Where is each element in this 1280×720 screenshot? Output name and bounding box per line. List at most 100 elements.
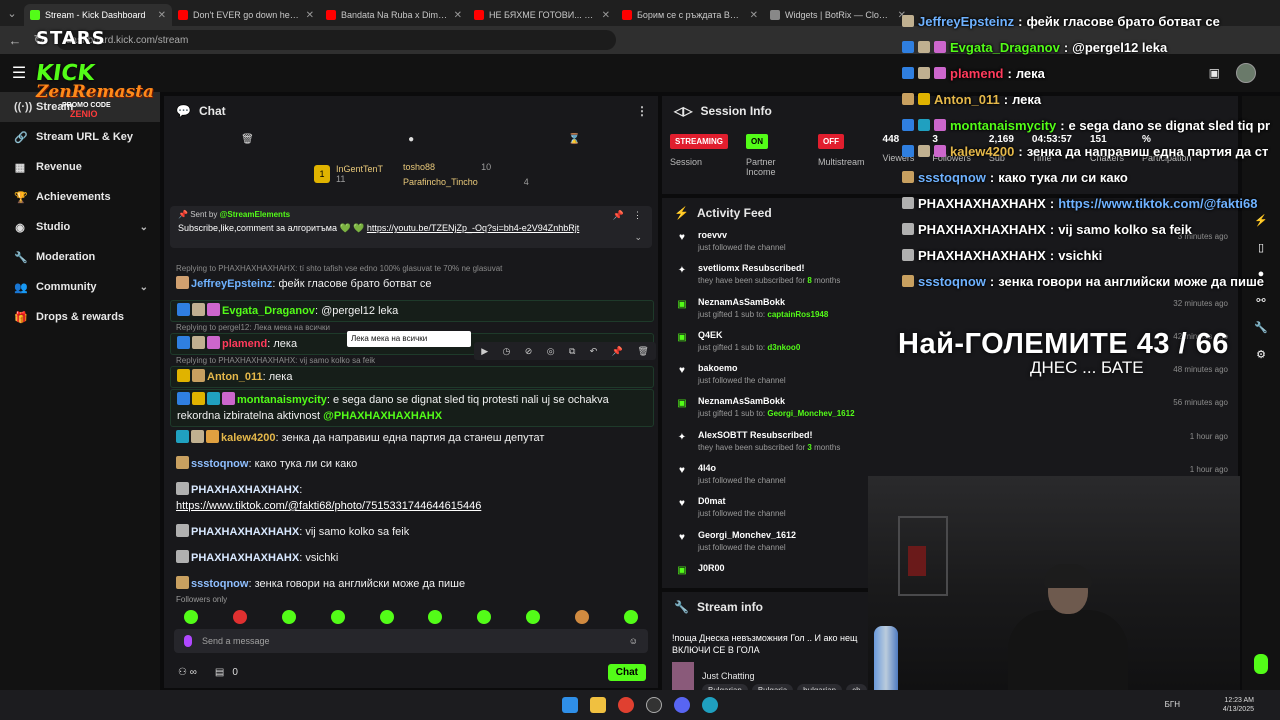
keyboard-language[interactable]: БГН bbox=[1165, 700, 1180, 709]
emote-icon[interactable] bbox=[281, 610, 296, 624]
chat-mention[interactable]: @PHAXHAXHAXHAHX bbox=[323, 410, 442, 422]
chat-message[interactable]: ssstoqnow: како тука ли си како bbox=[170, 454, 654, 474]
chat-message[interactable]: PHAXHAXHAXHAHX: https://www.tiktok.com/@… bbox=[170, 480, 654, 516]
back-icon[interactable]: ← bbox=[8, 33, 22, 48]
sidebar-item-revenue[interactable]: ▦ Revenue bbox=[0, 152, 160, 182]
chat-message[interactable]: ssstoqnow: зенка говори на английски мож… bbox=[170, 574, 654, 594]
chat-message[interactable]: kalew4200: зенка да направиш една партия… bbox=[170, 428, 654, 448]
obs-icon[interactable] bbox=[646, 697, 662, 713]
kick-floating-icon[interactable] bbox=[1254, 654, 1268, 674]
leader-name[interactable]: tosho88 bbox=[403, 162, 435, 172]
browser-icon[interactable] bbox=[702, 697, 718, 713]
mic-icon[interactable] bbox=[184, 635, 192, 647]
close-icon[interactable]: ✕ bbox=[158, 10, 166, 21]
message-input[interactable]: Send a message ☺ bbox=[174, 629, 648, 653]
mod-icon[interactable]: ◎ bbox=[547, 346, 555, 357]
chat-message[interactable]: PHAXHAXHAXHAHX: vij samo kolko sa feik bbox=[170, 522, 654, 542]
chat-username[interactable]: PHAXHAXHAXHAHX bbox=[191, 552, 299, 564]
clock-icon[interactable]: ◷ bbox=[503, 346, 511, 357]
chat-message[interactable]: PHAXHAXHAXHAHX: vsichki bbox=[170, 548, 654, 568]
chat-username[interactable]: ssstoqnow bbox=[191, 458, 248, 470]
chat-text: зенка да направиш една партия да станеш … bbox=[281, 432, 545, 444]
chevron-down-icon[interactable]: ⌄ bbox=[140, 282, 148, 293]
chat-username[interactable]: PHAXHAXHAXHAHX bbox=[191, 484, 299, 496]
chat-message[interactable]: Evgata_Draganov: @pergel12 leka bbox=[170, 300, 654, 322]
chat-username[interactable]: montanaismycity bbox=[237, 394, 327, 406]
chat-link[interactable]: https://www.tiktok.com/@fakti68/photo/75… bbox=[176, 500, 481, 512]
chat-bubble-icon[interactable]: ● bbox=[408, 134, 414, 145]
chat-message[interactable]: Anton_011: лека bbox=[170, 366, 654, 388]
delete-icon[interactable]: 🗑 bbox=[637, 346, 648, 357]
rail-wrench-icon[interactable]: 🔧 bbox=[1254, 321, 1268, 334]
browser-tab[interactable]: Widgets | BotRix — Cloud Strea✕ bbox=[764, 4, 912, 26]
sidebar-item-achievements[interactable]: 🏆 Achievements bbox=[0, 182, 160, 212]
emote-icon[interactable] bbox=[184, 610, 198, 624]
chat-menu-icon[interactable]: ⋮ bbox=[636, 104, 648, 118]
copy-icon[interactable]: ⧉ bbox=[569, 346, 575, 357]
chat-message[interactable]: montanaismycity: e sega dano se dignat s… bbox=[170, 389, 654, 427]
browser-tab[interactable]: Don't EVER go down here... (Pa ✕ bbox=[172, 4, 320, 26]
pinned-author[interactable]: @StreamElements bbox=[220, 210, 291, 219]
activity-item[interactable]: ♥ bakoemo just followed the channel 48 minu… bbox=[662, 361, 1238, 394]
browser-tab[interactable]: Bandata Na Ruba x Dim4ou - J ✕ bbox=[320, 4, 468, 26]
close-icon[interactable]: ✕ bbox=[454, 10, 462, 21]
ban-icon[interactable]: ⊘ bbox=[525, 346, 533, 357]
chat-username[interactable]: JeffreyEpsteinz bbox=[191, 278, 272, 290]
points-icon[interactable]: ⚇ ∞ bbox=[178, 667, 197, 678]
reply-icon[interactable]: ↶ bbox=[590, 346, 598, 357]
sidebar-item-community[interactable]: 👥 Community ⌄ bbox=[0, 272, 160, 302]
chat-username[interactable]: Evgata_Draganov bbox=[222, 305, 315, 317]
pin-message-icon[interactable]: 📌 bbox=[612, 346, 623, 357]
rail-gear-icon[interactable]: ⚙ bbox=[1256, 348, 1266, 361]
chrome-icon[interactable] bbox=[618, 697, 634, 713]
discord-icon[interactable] bbox=[674, 697, 690, 713]
emote-icon[interactable] bbox=[232, 610, 247, 624]
file-explorer-icon[interactable] bbox=[590, 697, 606, 713]
gift-icon[interactable]: ▤ bbox=[215, 667, 224, 678]
hourglass-icon[interactable]: ⌛ bbox=[568, 134, 580, 145]
emote-icon[interactable] bbox=[330, 610, 345, 624]
windows-start-icon[interactable] bbox=[562, 697, 578, 713]
badge-icon bbox=[902, 93, 914, 105]
play-icon[interactable]: ▶ bbox=[481, 346, 488, 357]
pinned-menu-icon[interactable]: ⋮ bbox=[633, 210, 642, 221]
unpin-icon[interactable]: 📌 bbox=[613, 210, 624, 221]
pinned-link[interactable]: https://youtu.be/TZENjZp_-Oq?si=bh4-e2V9… bbox=[367, 223, 579, 233]
emote-icon[interactable] bbox=[526, 610, 541, 624]
rail-link-icon[interactable]: ⚯ bbox=[1256, 294, 1265, 307]
emote-icon[interactable] bbox=[623, 610, 638, 624]
chevron-down-icon[interactable]: ⌄ bbox=[634, 232, 642, 243]
clock[interactable]: 12:23 AM 4/13/2025 bbox=[1223, 696, 1254, 714]
close-icon[interactable]: ✕ bbox=[750, 10, 758, 21]
browser-tab[interactable]: Stream - Kick Dashboard ✕ bbox=[24, 4, 172, 26]
chat-send-button[interactable]: Chat bbox=[607, 663, 646, 681]
chat-username[interactable]: plamend bbox=[222, 338, 267, 350]
activity-item[interactable]: ▣ NeznamAsSamBokk just gifted 1 sub to: Ge… bbox=[662, 394, 1238, 427]
trash-icon[interactable]: 🗑 bbox=[241, 134, 254, 145]
sidebar-item-moderation[interactable]: 🔧 Moderation bbox=[0, 242, 160, 272]
menu-icon[interactable]: ☰ bbox=[0, 63, 38, 83]
activity-item[interactable]: ✦ AlexSOBTT Resubscribed! they have been s… bbox=[662, 428, 1238, 461]
chat-username[interactable]: Anton_011 bbox=[207, 371, 263, 383]
sidebar-item-drops-rewards[interactable]: 🎁 Drops & rewards bbox=[0, 302, 160, 332]
chevron-down-icon[interactable]: ⌄ bbox=[140, 222, 148, 233]
emoji-icon[interactable]: ☺ bbox=[629, 636, 638, 646]
chat-message[interactable]: JeffreyEpsteinz: фейк гласове брато ботв… bbox=[170, 274, 654, 294]
tab-search-icon[interactable]: ⌄ bbox=[0, 0, 24, 26]
sidebar-item-studio[interactable]: ◉ Studio ⌄ bbox=[0, 212, 160, 242]
tab-favicon bbox=[770, 10, 780, 20]
browser-tab[interactable]: НЕ БЯХМЕ ГОТОВИ... но тръгн ✕ bbox=[468, 4, 616, 26]
emote-icon[interactable] bbox=[379, 610, 394, 624]
browser-tab[interactable]: Борим се с ръждата BMW e3 ✕ bbox=[616, 4, 764, 26]
chat-username[interactable]: kalew4200 bbox=[221, 432, 275, 444]
close-icon[interactable]: ✕ bbox=[602, 10, 610, 21]
emote-icon[interactable] bbox=[428, 610, 443, 624]
chat-username[interactable]: ssstoqnow bbox=[191, 578, 248, 590]
tab-title: Widgets | BotRix — Cloud Strea bbox=[785, 10, 893, 20]
chat-username[interactable]: PHAXHAXHAXHAHX bbox=[191, 526, 299, 538]
close-icon[interactable]: ✕ bbox=[306, 10, 314, 21]
emote-icon[interactable] bbox=[477, 610, 492, 624]
activity-item[interactable]: ▣ NeznamAsSamBokk just gifted 1 sub to: ca… bbox=[662, 295, 1238, 328]
leader-name[interactable]: Parafincho_Tincho bbox=[403, 177, 478, 187]
emote-icon[interactable] bbox=[575, 610, 589, 624]
